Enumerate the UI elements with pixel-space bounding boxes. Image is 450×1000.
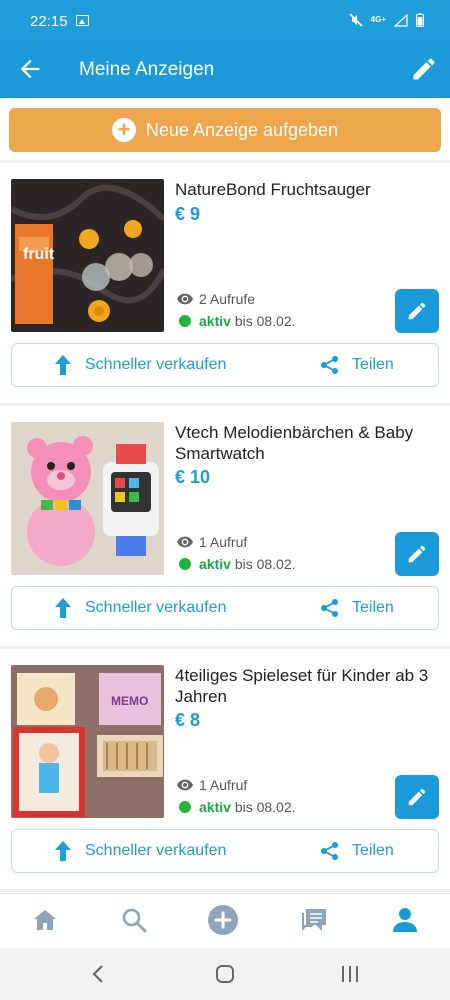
share-label: Teilen	[352, 599, 394, 616]
eye-icon	[177, 779, 193, 791]
listing-actions: Schneller verkaufen Teilen	[11, 343, 439, 387]
arrow-up-icon	[55, 598, 71, 618]
views-label: 1 Aufruf	[199, 534, 248, 550]
active-dot-icon	[179, 315, 191, 327]
pencil-icon	[413, 58, 435, 80]
share-button[interactable]: Teilen	[320, 587, 394, 629]
add-icon	[208, 905, 238, 935]
pencil-icon	[408, 302, 426, 320]
bottom-navigation	[0, 893, 450, 948]
signal-icon	[394, 13, 408, 27]
sell-faster-button[interactable]: Schneller verkaufen	[54, 830, 226, 872]
nav-messages[interactable]	[299, 905, 329, 935]
listing-card: fruit NatureBond Fruchtsauger € 9 2 Aufr…	[0, 163, 450, 403]
battery-icon	[416, 13, 424, 27]
system-recents-button[interactable]	[338, 962, 362, 986]
plus-circle-icon: +	[111, 118, 136, 142]
gallery-notification-icon	[76, 15, 89, 26]
listing-actions: Schneller verkaufen Teilen	[11, 829, 439, 873]
listing-status: aktiv bis 08.02.	[179, 799, 296, 815]
page-title: Meine Anzeigen	[79, 59, 215, 80]
network-label: 4G+	[370, 15, 386, 24]
back-button[interactable]	[16, 55, 44, 83]
search-icon	[122, 908, 147, 933]
divider	[0, 889, 450, 892]
share-label: Teilen	[352, 356, 394, 373]
share-label: Teilen	[352, 842, 394, 859]
eye-icon	[177, 536, 193, 548]
pencil-icon	[408, 545, 426, 563]
status-active-label: aktiv	[199, 799, 231, 815]
home-square-icon	[216, 965, 234, 983]
system-home-button[interactable]	[213, 962, 237, 986]
status-time: 22:15	[30, 13, 68, 30]
views-label: 1 Aufruf	[199, 777, 248, 793]
status-until-label: bis 08.02.	[234, 799, 296, 815]
views-count: 1 Aufruf	[177, 534, 247, 550]
listing-price: € 9	[175, 204, 201, 224]
active-dot-icon	[179, 801, 191, 813]
svg-text:MEMO: MEMO	[111, 694, 148, 708]
app-bar: Meine Anzeigen	[0, 40, 450, 98]
active-dot-icon	[179, 558, 191, 570]
status-indicators: 4G+	[349, 12, 424, 28]
listing-price: € 8	[175, 710, 201, 730]
nav-search[interactable]	[119, 905, 149, 935]
status-until-label: bis 08.02.	[234, 313, 296, 329]
listing-title[interactable]: NatureBond Fruchtsauger	[175, 179, 437, 200]
arrow-up-icon	[55, 841, 71, 861]
listing-image[interactable]: MEMO	[11, 665, 164, 818]
profile-icon	[393, 908, 417, 932]
edit-listing-button[interactable]	[395, 775, 439, 819]
views-count: 1 Aufruf	[177, 777, 247, 793]
arrow-back-icon	[20, 59, 40, 79]
pencil-icon	[408, 788, 426, 806]
eye-icon	[177, 293, 193, 305]
status-active-label: aktiv	[199, 556, 231, 572]
sell-faster-label: Schneller verkaufen	[85, 356, 227, 373]
listing-status: aktiv bis 08.02.	[179, 313, 296, 329]
svg-text:fruit: fruit	[23, 246, 55, 263]
edit-listing-button[interactable]	[395, 289, 439, 333]
new-ad-label: Neue Anzeige aufgeben	[145, 119, 339, 140]
views-label: 2 Aufrufe	[199, 291, 256, 307]
listing-price: € 10	[175, 467, 211, 487]
new-ad-button[interactable]: + Neue Anzeige aufgeben	[9, 108, 441, 152]
sell-faster-label: Schneller verkaufen	[85, 599, 227, 616]
share-icon	[321, 842, 338, 860]
listing-title[interactable]: Vtech Melodienbärchen & Baby Smartwatch	[175, 422, 437, 464]
nav-home[interactable]	[30, 905, 60, 935]
views-count: 2 Aufrufe	[177, 291, 255, 307]
listing-actions: Schneller verkaufen Teilen	[11, 586, 439, 630]
mute-icon	[349, 13, 363, 27]
listing-title[interactable]: 4teiliges Spieleset für Kinder ab 3 Jahr…	[175, 665, 437, 707]
listing-image[interactable]: fruit	[11, 179, 164, 332]
sell-faster-button[interactable]: Schneller verkaufen	[54, 344, 226, 386]
share-button[interactable]: Teilen	[320, 344, 394, 386]
system-back-button[interactable]	[86, 962, 110, 986]
listing-card: MEMO 4teiliges Spieleset für Kinder ab 3…	[0, 649, 450, 889]
sell-faster-label: Schneller verkaufen	[85, 842, 227, 859]
listing-image[interactable]	[11, 422, 164, 575]
arrow-up-icon	[55, 355, 71, 375]
sell-faster-button[interactable]: Schneller verkaufen	[54, 587, 226, 629]
recents-icon	[342, 966, 358, 982]
home-icon	[34, 910, 56, 930]
chevron-left-icon	[92, 965, 103, 983]
edit-mode-button[interactable]	[410, 55, 438, 83]
status-bar: 22:15 4G+	[0, 0, 450, 40]
share-button[interactable]: Teilen	[320, 830, 394, 872]
listing-status: aktiv bis 08.02.	[179, 556, 296, 572]
listing-card: Vtech Melodienbärchen & Baby Smartwatch …	[0, 406, 450, 646]
share-icon	[321, 356, 338, 374]
nav-profile[interactable]	[390, 905, 420, 935]
system-navigation-bar	[0, 948, 450, 1000]
messages-icon	[302, 909, 326, 931]
share-icon	[321, 599, 338, 617]
edit-listing-button[interactable]	[395, 532, 439, 576]
nav-add[interactable]	[208, 905, 238, 935]
status-until-label: bis 08.02.	[234, 556, 296, 572]
status-active-label: aktiv	[199, 313, 231, 329]
